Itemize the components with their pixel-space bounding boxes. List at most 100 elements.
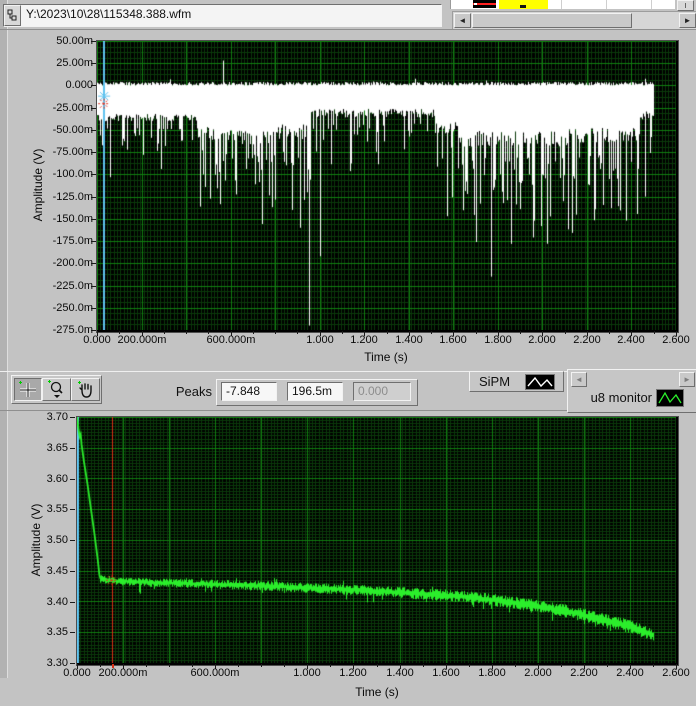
y-tick-mark xyxy=(70,571,75,572)
crosshair-icon xyxy=(19,380,36,397)
peaks-label: Peaks xyxy=(175,384,212,399)
monitor-legend-label[interactable]: u8 monitor xyxy=(576,390,652,405)
y-tick-mark xyxy=(91,174,96,175)
y-tick-label: 3.55 xyxy=(46,503,68,515)
monitor-plot-area[interactable] xyxy=(77,417,676,663)
y-tick-label: 3.50 xyxy=(46,534,68,546)
legend-scroll-left-icon: ◄ xyxy=(575,375,583,384)
x-tick-mark xyxy=(238,664,239,667)
x-tick-label: 200.000m xyxy=(98,667,148,679)
y-tick-mark xyxy=(91,41,96,42)
y-tick-label: 0.000 xyxy=(65,79,93,91)
peak-value-2[interactable]: 196.5m xyxy=(287,382,343,401)
x-tick-mark xyxy=(164,331,165,334)
monitor-legend-icon[interactable] xyxy=(656,389,684,407)
y-tick-mark xyxy=(70,540,75,541)
corner-button-glyph xyxy=(685,3,686,8)
x-tick-label: 600.000m xyxy=(190,667,240,679)
magnifier-icon xyxy=(47,380,63,398)
pan-tool-button[interactable] xyxy=(71,378,100,401)
file-list-row[interactable] xyxy=(450,0,675,9)
y-tick-label: -200.0m xyxy=(52,257,93,269)
x-tick-mark xyxy=(253,331,254,334)
x-tick-mark xyxy=(261,664,262,667)
x-tick-mark xyxy=(275,331,276,334)
y-tick-mark xyxy=(70,479,75,480)
y-tick-label: -225.0m xyxy=(52,280,93,292)
y-tick-mark xyxy=(91,197,96,198)
scroll-right-icon: ► xyxy=(683,16,692,25)
corner-button[interactable] xyxy=(677,0,694,11)
path-glyph-icon xyxy=(7,9,17,21)
column-separator xyxy=(606,0,607,9)
x-tick-label: 200.000m xyxy=(117,334,167,346)
peak-value-3: 0.000 xyxy=(353,382,411,401)
graph-palette xyxy=(11,375,102,404)
peak-value-1[interactable]: -7.848 xyxy=(221,382,277,401)
selected-cell[interactable] xyxy=(499,0,548,9)
sipm-legend[interactable]: SiPM xyxy=(469,371,564,392)
y-tick-mark xyxy=(91,219,96,220)
scrollbar-thumb[interactable] xyxy=(472,13,632,28)
sipm-xlabel: Time (s) xyxy=(364,350,408,364)
sipm-plot-frame xyxy=(96,40,679,333)
legend-scroll-right-button[interactable]: ► xyxy=(679,372,695,387)
y-tick-label: 25.00m xyxy=(56,57,93,69)
y-tick-label: -100.0m xyxy=(52,168,93,180)
scroll-left-button[interactable]: ◄ xyxy=(454,13,471,28)
y-tick-mark xyxy=(91,330,96,331)
y-tick-mark xyxy=(91,63,96,64)
y-tick-label: 50.00m xyxy=(56,35,93,47)
left-window-bevel xyxy=(0,0,8,678)
monitor-legend: ◄ ► u8 monitor xyxy=(567,369,696,413)
legend-scroll-right-icon: ► xyxy=(683,375,691,384)
wfm-path-value[interactable]: Y:\2023\10\28\115348.388.wfm xyxy=(21,5,441,26)
y-tick-label: 3.40 xyxy=(46,596,68,608)
path-type-icon[interactable] xyxy=(4,5,21,26)
y-tick-label: -150.0m xyxy=(52,213,93,225)
cursor-axis-tick xyxy=(112,664,114,668)
y-tick-mark xyxy=(91,308,96,309)
y-tick-label: 3.65 xyxy=(46,442,68,454)
y-tick-mark xyxy=(91,108,96,109)
selected-cell-mark xyxy=(520,5,526,8)
y-tick-mark xyxy=(91,152,96,153)
y-tick-mark xyxy=(70,448,75,449)
legend-scroll-left-button[interactable]: ◄ xyxy=(571,372,587,387)
monitor-plot-frame xyxy=(76,416,679,666)
y-tick-label: -250.0m xyxy=(52,302,93,314)
y-tick-mark xyxy=(91,286,96,287)
y-tick-label: -50.00m xyxy=(52,124,93,136)
peaks-plate: -7.848 196.5m 0.000 xyxy=(216,379,418,406)
wfm-path-control[interactable]: Y:\2023\10\28\115348.388.wfm xyxy=(3,4,442,27)
scroll-right-button[interactable]: ► xyxy=(679,13,696,28)
sipm-ylabel: Amplitude (V) xyxy=(31,148,45,222)
y-tick-label: 3.35 xyxy=(46,626,68,638)
sipm-legend-icon[interactable] xyxy=(525,374,555,390)
y-tick-label: -175.0m xyxy=(52,235,93,247)
y-tick-mark xyxy=(70,632,75,633)
x-tick-mark xyxy=(146,664,147,667)
column-separator xyxy=(651,0,652,9)
x-tick-mark xyxy=(186,331,187,334)
y-tick-mark xyxy=(91,85,96,86)
zoom-tool-button[interactable] xyxy=(42,378,71,401)
y-tick-label: -25.00m xyxy=(52,102,93,114)
file-list-hscrollbar[interactable]: ◄ ► xyxy=(452,11,696,30)
y-tick-mark xyxy=(91,130,96,131)
y-tick-mark xyxy=(91,263,96,264)
waveform-viewer-window: Y:\2023\10\28\115348.388.wfm ◄ ► Amplitu… xyxy=(0,0,696,706)
x-tick-label: 600.000m xyxy=(206,334,256,346)
cursor-tool-button[interactable] xyxy=(14,378,42,401)
x-tick-mark xyxy=(169,664,170,667)
x-tick-label: 2.600 xyxy=(662,667,690,679)
y-tick-label: 3.70 xyxy=(46,411,68,423)
top-graph-bevel xyxy=(0,29,696,30)
plot-color-swatch xyxy=(473,0,496,8)
y-tick-mark xyxy=(70,663,75,664)
y-tick-label: -125.0m xyxy=(52,191,93,203)
monitor-xlabel: Time (s) xyxy=(355,685,399,699)
y-tick-label: -75.00m xyxy=(52,146,93,158)
sipm-plot-area[interactable] xyxy=(97,41,676,330)
swatch-white-dash xyxy=(474,3,477,5)
